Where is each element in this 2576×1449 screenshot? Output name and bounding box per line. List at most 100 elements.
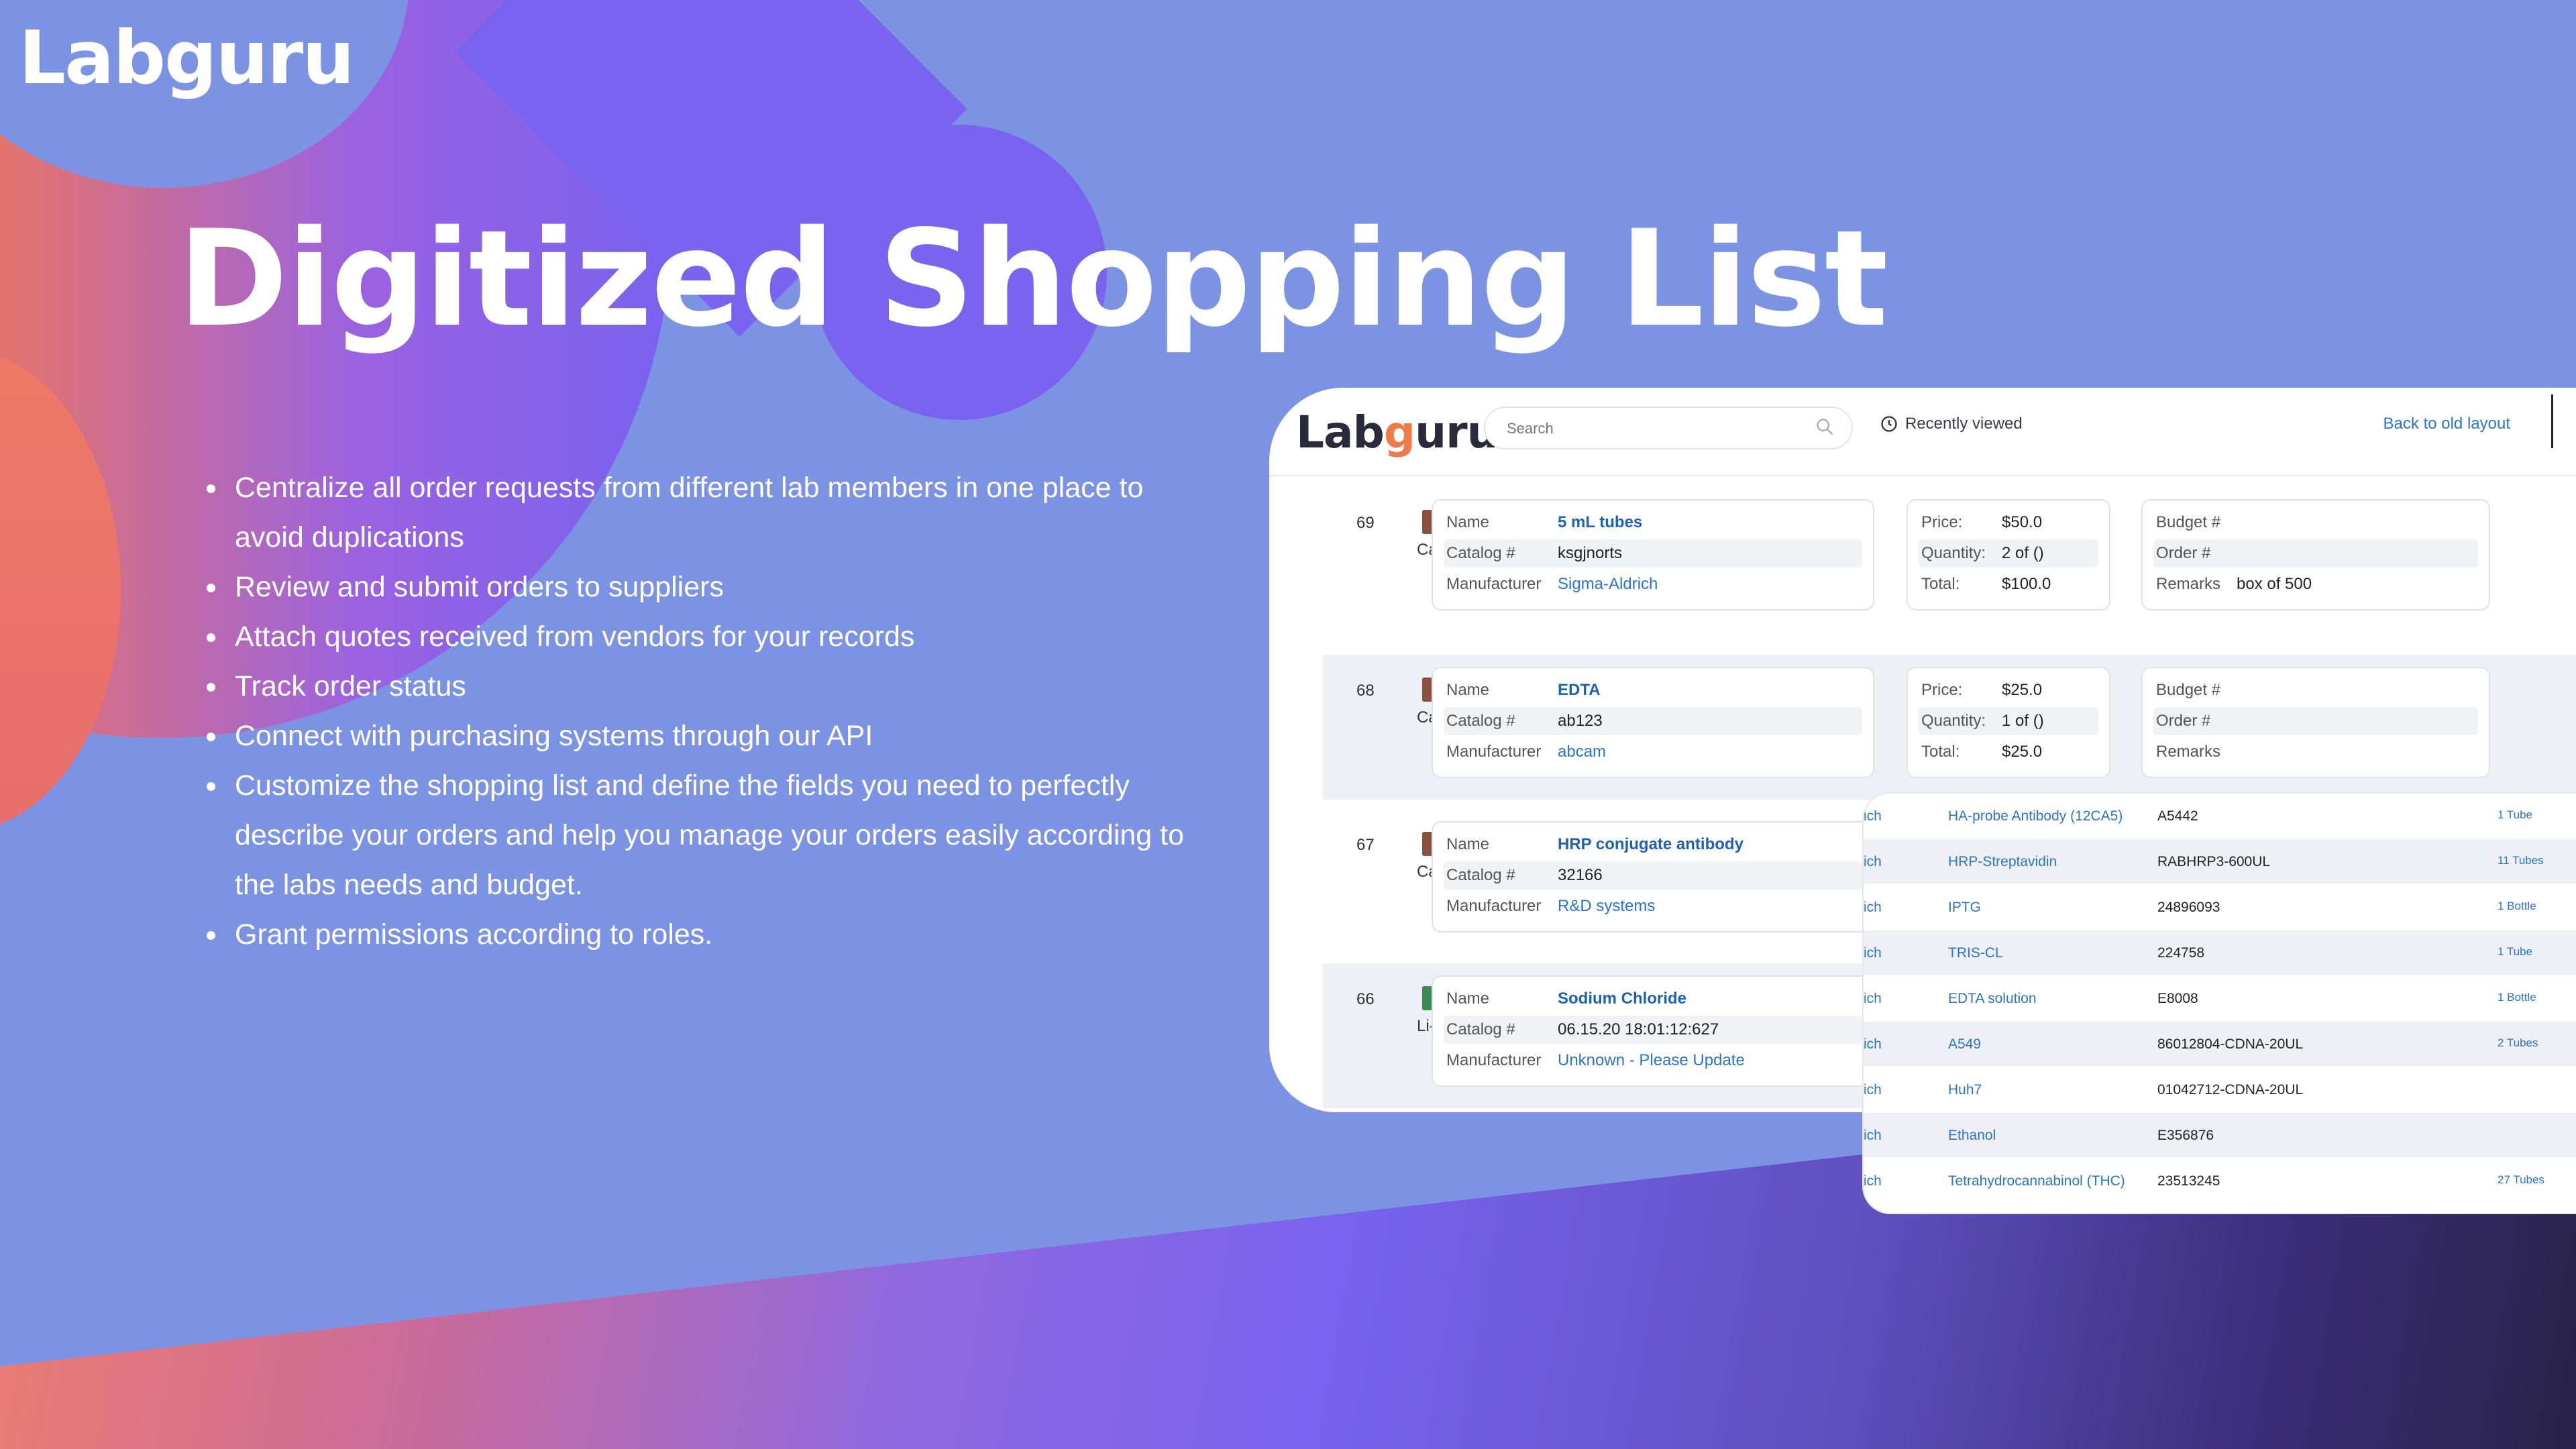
item-link[interactable]: Tetrahydrocannabinol (THC) (1948, 1173, 2125, 1189)
catalog-cell: A5442 (2157, 808, 2198, 824)
table-row[interactable]: ich TRIS-CL 224758 1 Tube (1864, 930, 2576, 975)
manufacturer-link[interactable]: Unknown - Please Update (1558, 1051, 1745, 1070)
order-id: 66 (1356, 990, 1375, 1008)
field-label: Catalog # (1446, 544, 1515, 562)
price-card: Price: $25.0 Quantity: 1 of () Total: $25.0 (1907, 667, 2110, 778)
item-link[interactable]: IPTG (1948, 900, 1981, 916)
quantity-cell: 2 Tubes (2498, 1036, 2538, 1049)
quantity-cell: 27 Tubes (2498, 1173, 2544, 1186)
brand-logo: Labguru (19, 15, 355, 101)
catalog-value: 06.15.20 18:01:12:627 (1558, 1020, 1719, 1038)
vendor-cell: ich (1864, 991, 1882, 1006)
catalog-cell: 23513245 (2157, 1173, 2220, 1189)
feature-item: Review and submit orders to suppliers (228, 562, 1194, 612)
table-row[interactable]: ich IPTG 24896093 1 Bottle (1864, 885, 2576, 929)
field-label: Catalog # (1446, 712, 1515, 730)
feature-item: Connect with purchasing systems through … (228, 711, 1194, 761)
table-row[interactable]: ich Huh7 01042712-CDNA-20UL (1864, 1067, 2576, 1112)
field-label: Total: (1921, 743, 1960, 761)
table-row[interactable]: ich HA-probe Antibody (12CA5) A5442 1 Tube (1864, 794, 2576, 838)
feature-item: Grant permissions according to roles. (228, 910, 1194, 959)
quantity-cell: 1 Tube (2498, 808, 2532, 821)
quantity-cell: 11 Tubes (2498, 854, 2544, 867)
item-link[interactable]: EDTA solution (1948, 991, 2037, 1007)
remarks-value: box of 500 (2237, 575, 2312, 593)
order-id: 69 (1356, 514, 1375, 532)
search-input[interactable] (1505, 408, 1817, 449)
catalog-cell: 24896093 (2157, 900, 2220, 915)
item-link[interactable]: A549 (1948, 1036, 1981, 1053)
table-row[interactable]: ich Ethanol E356876 (1864, 1113, 2576, 1157)
vendor-cell: ich (1864, 1173, 1882, 1189)
item-link[interactable]: Ethanol (1948, 1128, 1996, 1144)
catalog-cell: 224758 (2157, 945, 2205, 961)
quantity-cell: 1 Tube (2498, 945, 2532, 958)
order-id: 67 (1356, 836, 1375, 854)
item-card: Name EDTA Catalog # ab123 Manufacturer abca… (1432, 667, 1874, 778)
item-name-link[interactable]: 5 mL tubes (1558, 513, 1642, 532)
vendor-cell: ich (1864, 854, 1882, 869)
field-label: Catalog # (1446, 1020, 1515, 1038)
item-card: Name HRP conjugate antibody Catalog # 3216… (1432, 821, 1874, 932)
app-topbar: Labguru Recently viewed Back to old layo… (1269, 388, 2576, 476)
item-link[interactable]: Huh7 (1948, 1082, 1982, 1098)
field-label: Order # (2156, 544, 2211, 562)
table-row[interactable]: ich EDTA solution E8008 1 Bottle (1864, 976, 2576, 1020)
field-label: Price: (1921, 681, 1963, 699)
item-link[interactable]: HRP-Streptavidin (1948, 854, 2057, 870)
item-card: Name Sodium Chloride Catalog # 06.15.20 18… (1432, 975, 1874, 1087)
catalog-cell: 86012804-CDNA-20UL (2157, 1036, 2304, 1052)
search-icon[interactable] (1815, 417, 1834, 436)
table-row[interactable]: ich Tetrahydrocannabinol (THC) 23513245 27 … (1864, 1159, 2576, 1203)
feature-item: Centralize all order requests from diffe… (228, 463, 1194, 562)
profile-icon[interactable] (2551, 394, 2576, 448)
field-label: Name (1446, 681, 1490, 699)
field-label: Catalog # (1446, 866, 1515, 884)
field-label: Price: (1921, 513, 1963, 531)
quantity-cell: 1 Bottle (2498, 991, 2536, 1004)
catalog-value: ab123 (1558, 712, 1603, 730)
order-id: 68 (1356, 682, 1375, 700)
order-row[interactable]: 68 Carl NameEDTA Catalog #ab123 Manufact… (1323, 655, 2576, 800)
search-box[interactable] (1484, 407, 1853, 449)
quantity-value: 1 of () (2002, 712, 2044, 730)
inventory-table-overlay: ich HA-probe Antibody (12CA5) A5442 1 Tube … (1864, 794, 2576, 1213)
quantity-cell: 1 Bottle (2498, 900, 2536, 912)
order-row[interactable]: 69 Carl Name5 mL tubes Catalog #ksgjnort… (1323, 487, 2576, 632)
field-label: Manufacturer (1446, 743, 1542, 761)
manufacturer-link[interactable]: abcam (1558, 743, 1606, 761)
recently-viewed-button[interactable]: Recently viewed (1880, 415, 2023, 433)
catalog-cell: E356876 (2157, 1128, 2214, 1143)
manufacturer-link[interactable]: Sigma-Aldrich (1558, 575, 1658, 594)
item-link[interactable]: HA-probe Antibody (12CA5) (1948, 808, 2123, 824)
item-card: Name 5 mL tubes Catalog # ksgjnorts Manufa… (1432, 499, 1874, 610)
field-label: Order # (2156, 712, 2211, 730)
item-link[interactable]: TRIS-CL (1948, 945, 2003, 961)
table-row[interactable]: ich HRP-Streptavidin RABHRP3-600UL 11 Tubes (1864, 839, 2576, 883)
feature-item: Track order status (228, 661, 1194, 711)
app-logo[interactable]: Labguru (1296, 407, 1499, 458)
table-row[interactable]: ich A549 86012804-CDNA-20UL 2 Tubes (1864, 1022, 2576, 1066)
manufacturer-link[interactable]: R&D systems (1558, 897, 1655, 916)
catalog-cell: E8008 (2157, 991, 2198, 1006)
feature-item: Attach quotes received from vendors for … (228, 612, 1194, 661)
back-to-old-layout-link[interactable]: Back to old layout (2383, 415, 2510, 433)
quantity-value: 2 of () (2002, 544, 2044, 562)
field-label: Name (1446, 835, 1490, 853)
field-label: Quantity: (1921, 544, 1986, 562)
vendor-cell: ich (1864, 1128, 1882, 1143)
app-logo-g: g (1383, 407, 1415, 458)
item-name-link[interactable]: Sodium Chloride (1558, 989, 1686, 1008)
total-value: $25.0 (2002, 743, 2043, 761)
total-value: $100.0 (2002, 575, 2051, 593)
app-logo-part: Lab (1296, 407, 1385, 458)
vendor-cell: ich (1864, 1082, 1882, 1097)
item-name-link[interactable]: EDTA (1558, 681, 1601, 700)
page-title: Digitized Shopping List (178, 201, 1888, 356)
field-label: Manufacturer (1446, 1051, 1542, 1069)
clock-icon (1881, 416, 1897, 432)
budget-card: Budget # Order # Remarks (2141, 667, 2490, 778)
recently-viewed-label: Recently viewed (1905, 415, 2023, 433)
budget-card: Budget # Order # Remarks box of 500 (2141, 499, 2490, 610)
item-name-link[interactable]: HRP conjugate antibody (1558, 835, 1743, 854)
